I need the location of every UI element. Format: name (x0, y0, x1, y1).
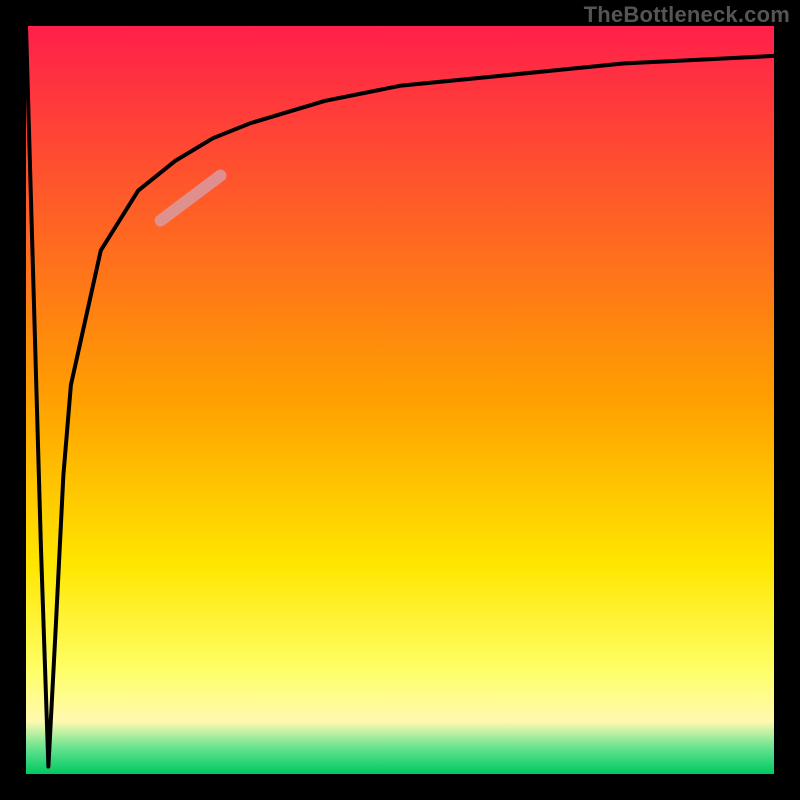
bottleneck-chart (0, 0, 800, 800)
chart-container: TheBottleneck.com (0, 0, 800, 800)
